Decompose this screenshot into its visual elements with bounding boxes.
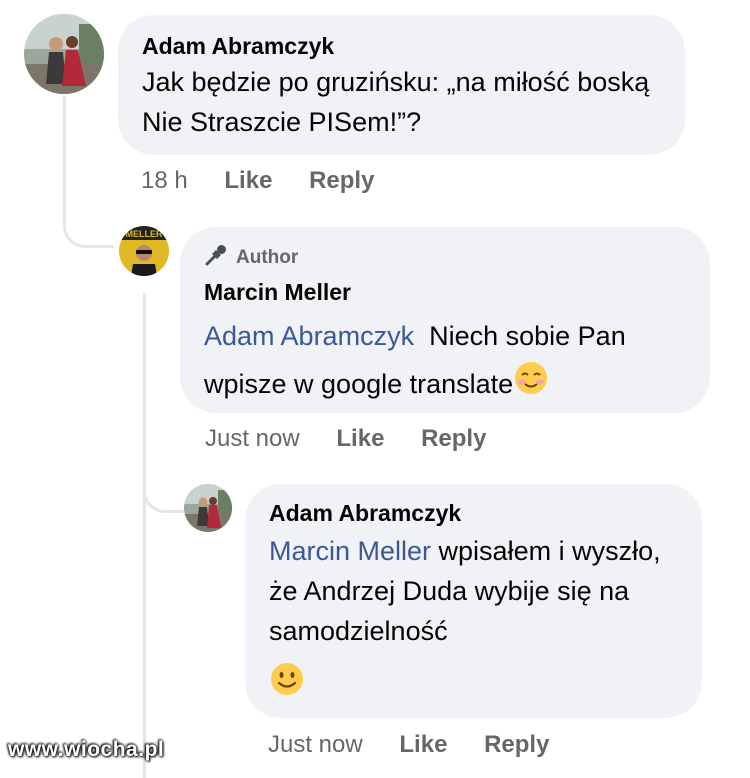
svg-text:MELLER: MELLER — [126, 229, 163, 239]
reply-button[interactable]: Reply — [421, 425, 486, 452]
thread-line — [143, 293, 146, 778]
thread-connector — [143, 470, 184, 513]
like-button[interactable]: Like — [399, 731, 447, 758]
comment-actions: Just now Like Reply — [268, 731, 549, 759]
avatar[interactable] — [184, 484, 232, 532]
slightly-smiling-emoji-icon — [269, 661, 680, 702]
mention-link[interactable]: Adam Abramczyk — [204, 321, 414, 351]
mention-link[interactable]: Marcin Meller — [269, 536, 431, 566]
comment-text: Adam Abramczyk Niech sobie Pan wpisze w … — [204, 312, 689, 411]
comment-bubble: Adam Abramczyk Jak będzie po gruzińsku: … — [118, 15, 685, 155]
thread-connector — [63, 200, 114, 248]
comment-actions: Just now Like Reply — [205, 425, 486, 453]
avatar[interactable]: MELLER — [119, 226, 169, 276]
comment-time[interactable]: Just now — [268, 731, 363, 758]
badge-label: Author — [236, 247, 299, 268]
microphone-icon — [204, 243, 228, 273]
reply-button[interactable]: Reply — [484, 731, 549, 758]
comment-actions: 18 h Like Reply — [141, 167, 374, 195]
like-button[interactable]: Like — [224, 167, 272, 194]
comment-author[interactable]: Marcin Meller — [204, 279, 688, 306]
comment-author[interactable]: Adam Abramczyk — [142, 33, 659, 60]
comment-text: Marcin Meller wpisałem i wyszło, że Andr… — [269, 531, 679, 651]
comment-bubble: Author Marcin Meller Adam Abramczyk Niec… — [180, 227, 710, 413]
comment-time[interactable]: 18 h — [141, 167, 188, 194]
comment-text: Jak będzie po gruzińsku: „na miłość bosk… — [142, 67, 650, 137]
author-badge: Author — [204, 243, 688, 273]
comment-time[interactable]: Just now — [205, 425, 300, 452]
comment-author[interactable]: Adam Abramczyk — [269, 500, 680, 527]
smiling-emoji-icon — [513, 360, 549, 411]
like-button[interactable]: Like — [336, 425, 384, 452]
watermark: www.wiocha.pl — [8, 738, 165, 761]
reply-button[interactable]: Reply — [309, 167, 374, 194]
comment-bubble: Adam Abramczyk Marcin Meller wpisałem i … — [245, 484, 702, 718]
avatar[interactable] — [24, 14, 104, 94]
